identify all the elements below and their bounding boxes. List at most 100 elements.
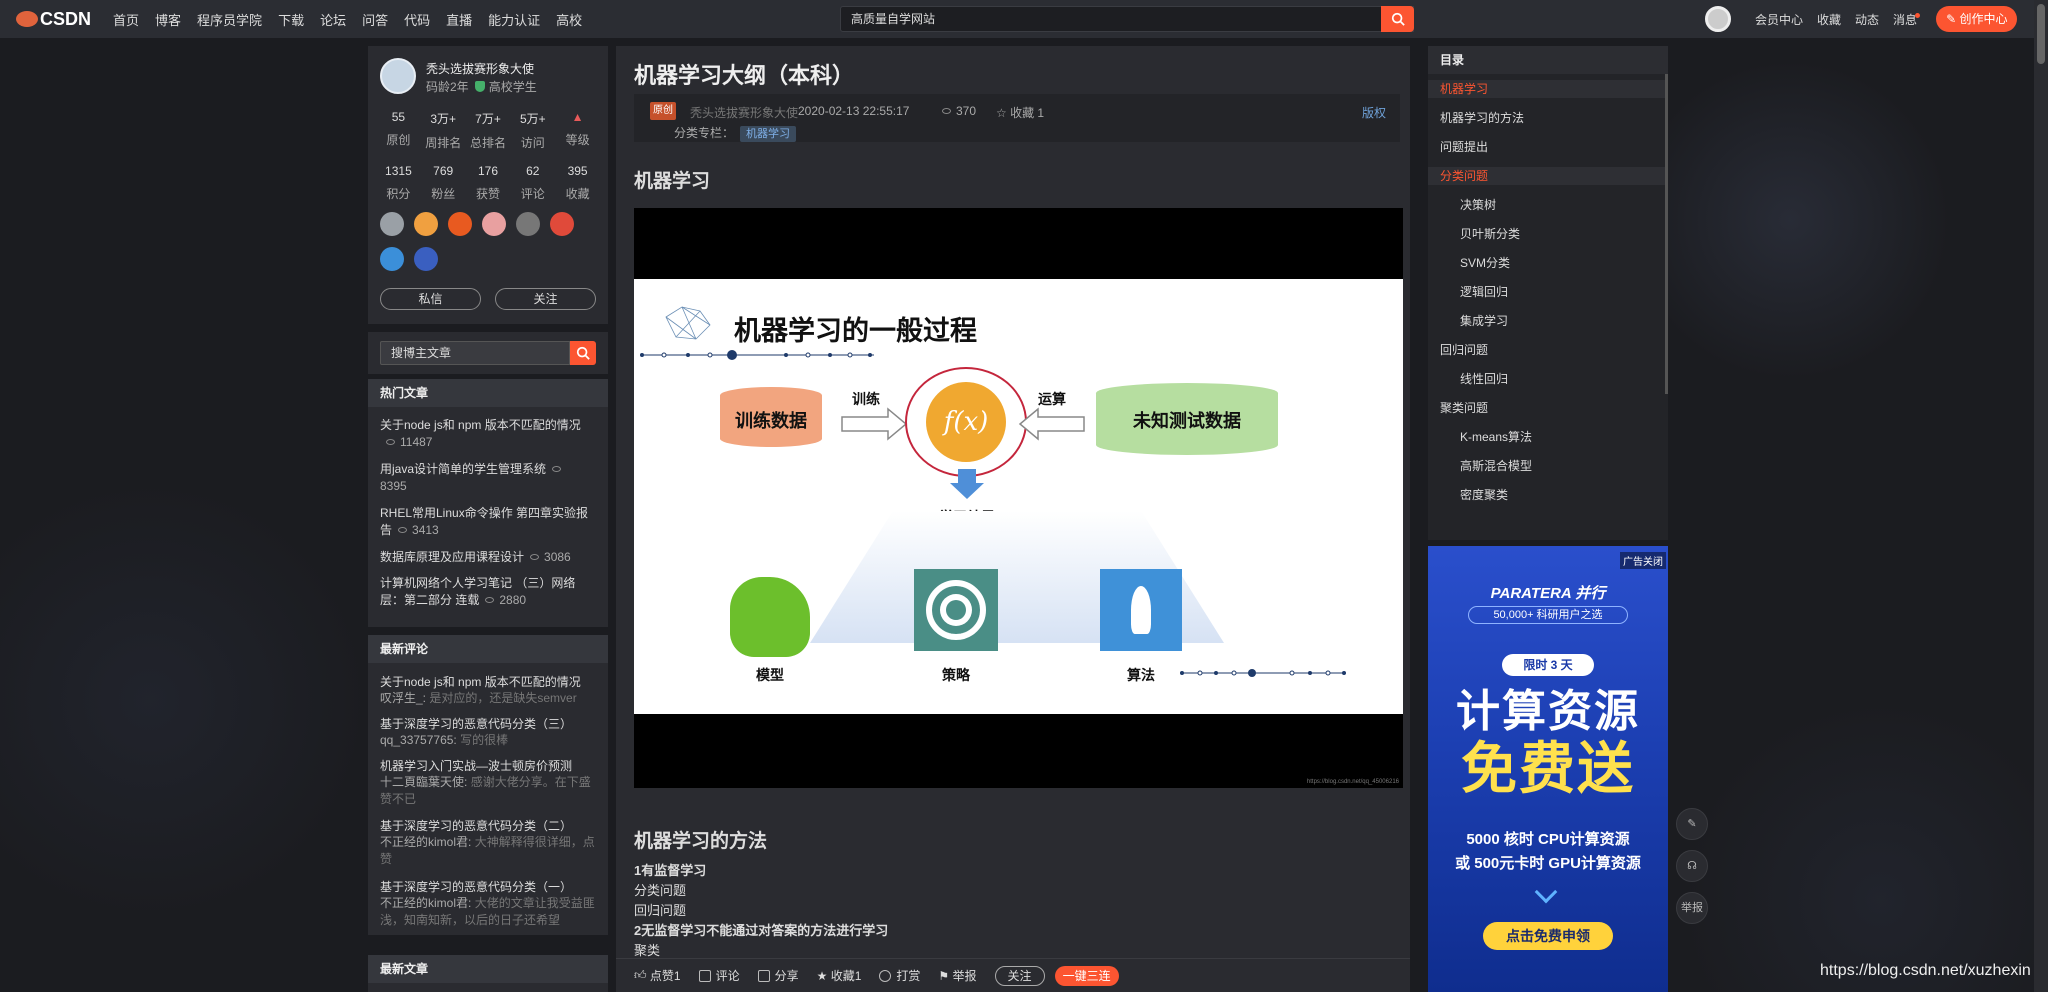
stat-value: 395: [567, 164, 588, 178]
stat-level[interactable]: ▲ 等级: [555, 110, 600, 151]
copyright-link[interactable]: 版权: [1362, 104, 1386, 121]
triple-action-button[interactable]: 一键三连: [1054, 965, 1119, 986]
csdn-logo[interactable]: CSDN: [16, 9, 91, 30]
views-count: 370: [956, 104, 977, 118]
achievement-badge-icon[interactable]: [414, 212, 438, 236]
body-line: 回归问题: [634, 903, 687, 918]
nav-vip[interactable]: 会员中心: [1755, 11, 1803, 28]
comment-article-link[interactable]: 基于深度学习的恶意代码分类（三）: [380, 715, 572, 732]
support-float-button[interactable]: ☊: [1676, 850, 1708, 882]
article-figure[interactable]: 机器学习的一般过程 训练数据 训练 f(x) 运算 未知测试数据 学习结果 模型…: [634, 208, 1403, 788]
achievement-badge-icon[interactable]: [550, 212, 574, 236]
toc-item[interactable]: 集成学习: [1428, 312, 1668, 330]
report-float-button[interactable]: 举报: [1676, 892, 1708, 924]
meta-author[interactable]: 秃头选拔赛形象大使: [690, 104, 798, 121]
stat-visits[interactable]: 5万+ 访问: [510, 110, 555, 151]
achievement-badge-icon[interactable]: [380, 247, 404, 271]
comment-user[interactable]: 不正经的kimol君:: [380, 835, 471, 849]
user-avatar[interactable]: [1705, 6, 1731, 32]
nav-code[interactable]: 代码: [404, 10, 430, 29]
toolbar-follow-button[interactable]: 关注: [994, 965, 1045, 986]
nav-qa[interactable]: 问答: [362, 10, 388, 29]
nav-messages[interactable]: 消息: [1893, 11, 1922, 28]
hot-article-item[interactable]: 数据库原理及应用课程设计 3086: [380, 549, 598, 566]
stat-week-rank[interactable]: 3万+ 周排名: [421, 110, 466, 151]
comment-user[interactable]: 十二頁臨葉天使:: [380, 775, 467, 789]
toc-item[interactable]: 机器学习: [1428, 80, 1668, 98]
achievement-badge-icon[interactable]: [380, 212, 404, 236]
toc-item[interactable]: 贝叶斯分类: [1428, 225, 1668, 243]
hot-article-item[interactable]: 计算机网络个人学习笔记 （三）网络层：第二部分 连载 2880: [380, 575, 598, 609]
stat-points[interactable]: 1315 积分: [376, 164, 421, 202]
like-button[interactable]: 👍︎ 点赞1: [634, 967, 681, 984]
toc-item[interactable]: 线性回归: [1428, 370, 1668, 388]
nav-activity[interactable]: 动态: [1855, 11, 1879, 28]
meta-favorite[interactable]: ☆ 收藏 1: [996, 104, 1044, 121]
toc-item[interactable]: 分类问题: [1428, 167, 1668, 185]
stat-likes[interactable]: 176 获赞: [466, 164, 511, 202]
blogger-search-input[interactable]: 搜博主文章: [380, 341, 570, 365]
nav-forum[interactable]: 论坛: [320, 10, 346, 29]
comment-article-link[interactable]: 机器学习入门实战—波士顿房价预测: [380, 757, 572, 774]
hot-article-title: 数据库原理及应用课程设计: [380, 550, 525, 564]
nav-favorites[interactable]: 收藏: [1817, 11, 1841, 28]
toc-item[interactable]: 机器学习的方法: [1428, 109, 1668, 127]
comment-article-link[interactable]: 关于node js和 npm 版本不匹配的情况: [380, 673, 581, 690]
comment-user[interactable]: qq_33757765:: [380, 733, 457, 747]
edit-float-button[interactable]: ✎: [1676, 808, 1708, 840]
comment-button[interactable]: 评论: [698, 967, 740, 984]
nav-university[interactable]: 高校: [556, 10, 582, 29]
author-avatar[interactable]: [380, 58, 416, 94]
search-button[interactable]: [1381, 6, 1414, 32]
favorite-button[interactable]: ★ 收藏1: [817, 967, 862, 984]
toc-item[interactable]: SVM分类: [1428, 254, 1668, 272]
comment-user[interactable]: 不正经的kimol君:: [380, 896, 471, 910]
hot-article-item[interactable]: 关于node js和 npm 版本不匹配的情况 11487: [380, 417, 598, 451]
toc-item[interactable]: 逻辑回归: [1428, 283, 1668, 301]
nav-live[interactable]: 直播: [446, 10, 472, 29]
ad-close-button[interactable]: 广告关闭: [1620, 552, 1666, 569]
achievement-badge-icon[interactable]: [516, 212, 540, 236]
blogger-search-button[interactable]: [570, 341, 596, 365]
search-input[interactable]: 高质量自学网站: [840, 6, 1414, 32]
toc-item[interactable]: 回归问题: [1428, 341, 1668, 359]
toc-scrollbar[interactable]: [1665, 74, 1668, 394]
ad-cta-button[interactable]: 点击免费申领: [1483, 922, 1613, 950]
ad-banner[interactable]: 广告关闭 PARATERA 并行 50,000+ 科研用户之选 限时 3 天 计…: [1428, 546, 1668, 992]
comment-user[interactable]: 叹浮生_:: [380, 691, 426, 705]
hot-article-item[interactable]: RHEL常用Linux命令操作 第四章实验报告 3413: [380, 505, 598, 539]
nav-home[interactable]: 首页: [113, 10, 139, 29]
report-button[interactable]: ⚑ 举报: [938, 967, 976, 984]
nav-download[interactable]: 下载: [278, 10, 304, 29]
stat-total-rank[interactable]: 7万+ 总排名: [466, 110, 511, 151]
stat-collections[interactable]: 395 收藏: [555, 164, 600, 202]
stat-comments[interactable]: 62 评论: [510, 164, 555, 202]
toc-item[interactable]: 问题提出: [1428, 138, 1668, 156]
toc-item[interactable]: 决策树: [1428, 196, 1668, 214]
scrollbar-thumb[interactable]: [2037, 4, 2045, 64]
achievement-badge-icon[interactable]: [414, 247, 438, 271]
achievement-badge-icon[interactable]: [448, 212, 472, 236]
comment-article-link[interactable]: 基于深度学习的恶意代码分类（二）: [380, 817, 572, 834]
stat-original[interactable]: 55 原创: [376, 110, 421, 151]
column-tag[interactable]: 机器学习: [740, 126, 797, 142]
private-message-button[interactable]: 私信: [380, 288, 481, 310]
toc-item[interactable]: 密度聚类: [1428, 486, 1668, 504]
hot-article-item[interactable]: 用java设计简单的学生管理系统 8395: [380, 461, 598, 495]
nav-blog[interactable]: 博客: [155, 10, 181, 29]
achievement-badge-icon[interactable]: [482, 212, 506, 236]
comment-article-link[interactable]: 基于深度学习的恶意代码分类（一）: [380, 878, 572, 895]
nav-academy[interactable]: 程序员学院: [197, 10, 262, 29]
stat-fans[interactable]: 769 粉丝: [421, 164, 466, 202]
toc-item[interactable]: 聚类问题: [1428, 399, 1668, 417]
author-name[interactable]: 秃头选拔赛形象大使: [426, 60, 534, 77]
page-scrollbar[interactable]: [2034, 0, 2048, 992]
create-center-button[interactable]: ✎ 创作中心: [1936, 6, 2018, 32]
reward-button[interactable]: 打赏: [879, 967, 920, 984]
stat-value: 769: [433, 164, 454, 178]
follow-author-button[interactable]: 关注: [495, 288, 596, 310]
share-button[interactable]: 分享: [757, 967, 799, 984]
nav-certification[interactable]: 能力认证: [488, 10, 540, 29]
toc-item[interactable]: K-means算法: [1428, 428, 1668, 446]
toc-item[interactable]: 高斯混合模型: [1428, 457, 1668, 475]
